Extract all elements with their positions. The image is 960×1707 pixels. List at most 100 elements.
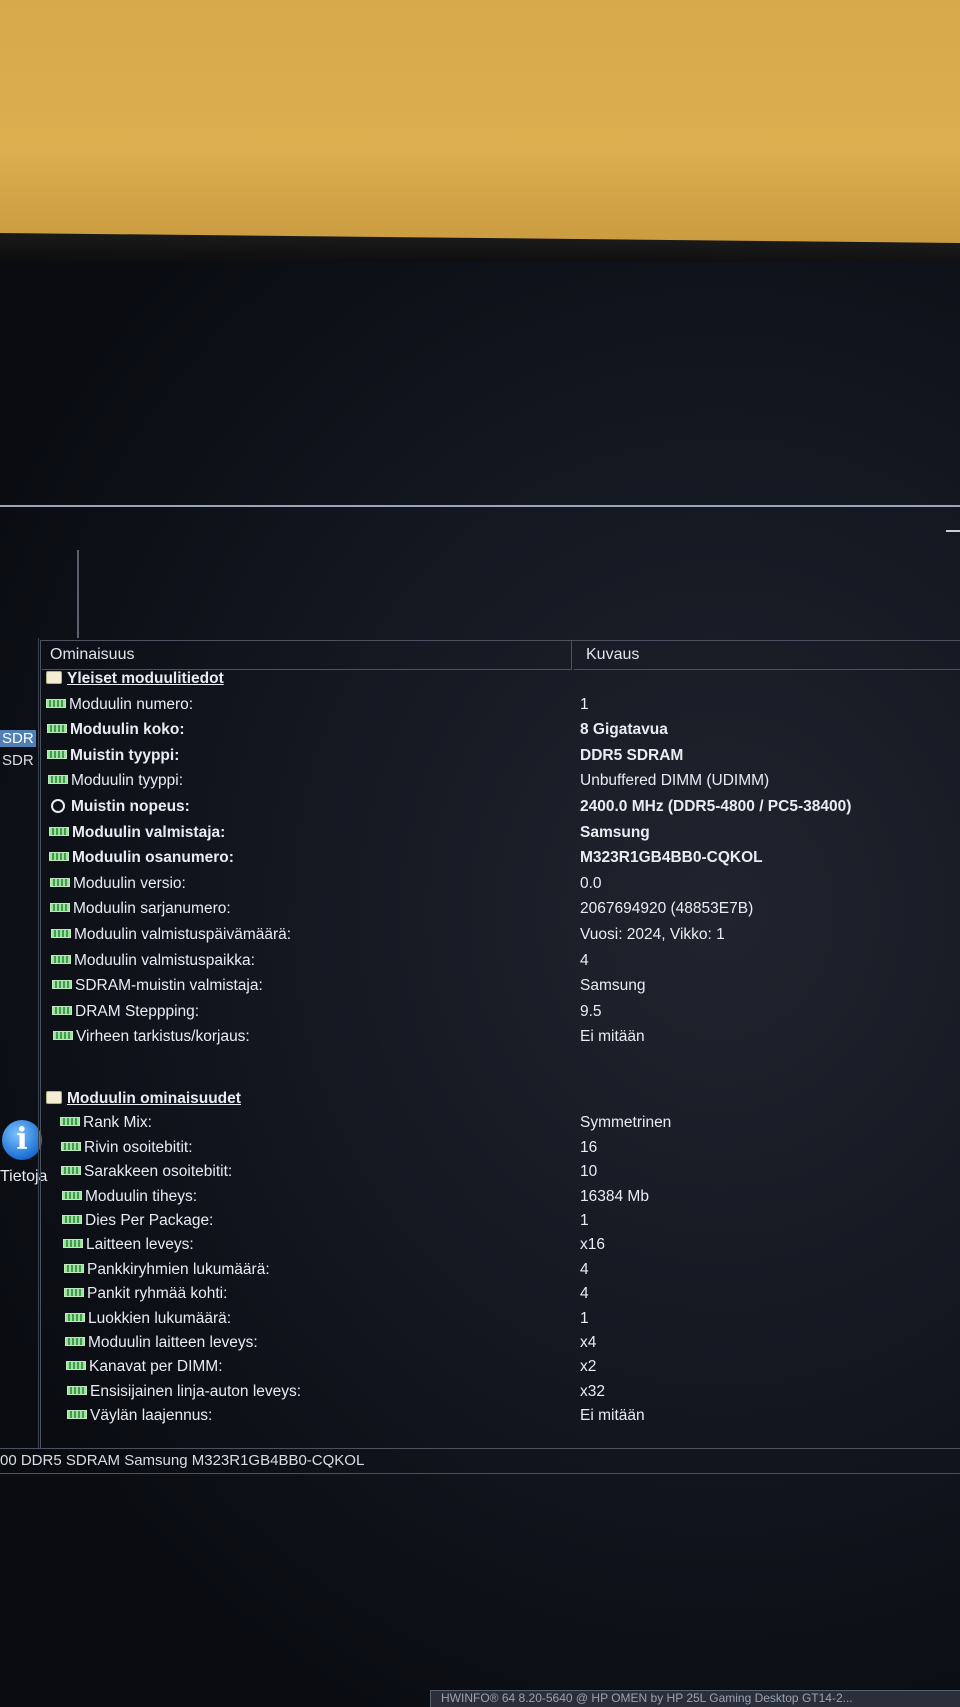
memory-module-icon	[47, 750, 67, 759]
row-property-label: Pankkiryhmien lukumäärä:	[87, 1261, 270, 1278]
row-property-label: SDRAM-muistin valmistaja:	[75, 977, 263, 994]
row-property: Pankkiryhmien lukumäärä:	[64, 1261, 270, 1279]
table-row[interactable]: Moduulin versio: 0.0	[50, 875, 960, 899]
table-row[interactable]: Moduulin valmistuspaikka: 4	[51, 952, 960, 976]
row-value: 9.5	[580, 1003, 602, 1020]
table-row[interactable]: DRAM Steppping: 9.5	[52, 1003, 960, 1027]
table-row[interactable]: SDRAM-muistin valmistaja: Samsung	[52, 977, 960, 1001]
row-property: Ensisijainen linja-auton leveys:	[67, 1383, 301, 1401]
memory-module-icon	[50, 878, 70, 887]
row-property: Moduulin osanumero:	[49, 849, 234, 867]
row-value: x4	[580, 1334, 597, 1351]
section-header[interactable]: Moduulin ominaisuudet	[46, 1090, 960, 1114]
memory-module-icon	[53, 1031, 73, 1040]
column-header-property[interactable]: Ominaisuus	[42, 640, 572, 670]
row-property-label: Laitteen leveys:	[86, 1236, 194, 1253]
table-row[interactable]: Ensisijainen linja-auton leveys: x32	[67, 1383, 960, 1407]
minimize-button[interactable]	[946, 530, 960, 532]
memory-module-icon	[52, 1006, 72, 1015]
row-value: Symmetrinen	[580, 1114, 672, 1131]
row-property-label: Moduulin sarjanumero:	[73, 900, 231, 917]
tree-item[interactable]: SDR	[0, 752, 36, 769]
table-row[interactable]: Sarakkeen osoitebitit: 10	[61, 1163, 960, 1187]
table-row[interactable]: Luokkien lukumäärä: 1	[65, 1310, 960, 1334]
memory-module-icon	[65, 1337, 85, 1346]
memory-module-icon	[60, 1117, 80, 1126]
row-value: Vuosi: 2024, Vikko: 1	[580, 926, 725, 943]
row-property-label: Moduulin koko:	[70, 721, 185, 738]
table-row[interactable]: Pankit ryhmää kohti: 4	[64, 1285, 960, 1309]
memory-module-icon	[62, 1215, 82, 1224]
memory-module-icon	[62, 1191, 82, 1200]
table-row[interactable]: Dies Per Package: 1	[62, 1212, 960, 1236]
tree-item-selected[interactable]: SDR	[0, 730, 36, 747]
table-row[interactable]: Muistin tyyppi: DDR5 SDRAM	[47, 747, 960, 771]
row-value: 1	[580, 696, 589, 713]
row-value: 0.0	[580, 875, 602, 892]
row-property-label: Moduulin laitteen leveys:	[88, 1334, 258, 1351]
table-row[interactable]: Pankkiryhmien lukumäärä: 4	[64, 1261, 960, 1285]
row-property-label: Moduulin osanumero:	[72, 849, 234, 866]
row-property: Rank Mix:	[60, 1114, 152, 1132]
row-property-label: Rivin osoitebitit:	[84, 1139, 193, 1156]
memory-module-icon	[61, 1142, 81, 1151]
row-property-label: Muistin tyyppi:	[70, 747, 180, 764]
row-property-label: Muistin nopeus:	[71, 798, 190, 815]
row-property: Moduulin tiheys:	[62, 1188, 197, 1206]
memory-module-icon	[64, 1288, 84, 1297]
row-value: 2400.0 MHz (DDR5-4800 / PC5-38400)	[580, 798, 852, 815]
row-property-label: Moduulin tyyppi:	[71, 772, 184, 789]
memory-module-icon	[67, 1410, 87, 1419]
section-header[interactable]: Yleiset moduulitiedot	[46, 670, 960, 694]
table-row[interactable]: Virheen tarkistus/korjaus: Ei mitään	[53, 1028, 960, 1052]
toolbar-separator	[77, 550, 79, 638]
table-row[interactable]: Moduulin tiheys: 16384 Mb	[62, 1188, 960, 1212]
row-property: Moduulin valmistuspäivämäärä:	[51, 926, 291, 944]
table-row[interactable]: Rivin osoitebitit: 16	[61, 1139, 960, 1163]
row-property-label: Moduulin tiheys:	[85, 1188, 198, 1205]
row-property: Moduulin tyyppi:	[48, 772, 183, 790]
row-property: Dies Per Package:	[62, 1212, 213, 1230]
table-row[interactable]: Muistin nopeus: 2400.0 MHz (DDR5-4800 / P…	[48, 798, 960, 822]
row-value: 8 Gigatavua	[580, 721, 668, 738]
status-bar: 00 DDR5 SDRAM Samsung M323R1GB4BB0-CQKOL	[0, 1448, 960, 1474]
table-row[interactable]: Rank Mix: Symmetrinen	[60, 1114, 960, 1138]
memory-module-icon	[61, 1166, 81, 1175]
table-row[interactable]: Moduulin sarjanumero: 2067694920 (48853E7…	[50, 900, 960, 924]
table-row[interactable]: Moduulin laitteen leveys: x4	[65, 1334, 960, 1358]
memory-module-icon	[50, 903, 70, 912]
table-row[interactable]: Moduulin osanumero: M323R1GB4BB0-CQKOL	[49, 849, 960, 873]
table-row[interactable]: Väylän laajennus: Ei mitään	[67, 1407, 960, 1431]
memory-module-icon	[46, 699, 66, 708]
row-property-label: Moduulin versio:	[73, 875, 186, 892]
row-property: Moduulin valmistaja:	[49, 824, 225, 842]
table-row[interactable]: Laitteen leveys: x16	[63, 1236, 960, 1260]
row-property: Moduulin numero:	[46, 696, 193, 714]
row-property-label: Moduulin numero:	[69, 696, 194, 713]
table-row[interactable]: Moduulin numero: 1	[46, 696, 960, 720]
memory-module-icon	[66, 1361, 86, 1370]
row-value: 10	[580, 1163, 598, 1180]
memory-module-icon	[51, 955, 71, 964]
taskbar-window-title[interactable]: HWINFO® 64 8.20-5640 @ HP OMEN by HP 25L…	[430, 1690, 960, 1707]
about-button[interactable]: i Tietoja	[0, 558, 60, 1185]
table-row[interactable]: Moduulin koko: 8 Gigatavua	[47, 721, 960, 745]
row-property-label: Moduulin valmistuspäivämäärä:	[74, 926, 292, 943]
wall-background	[0, 0, 960, 250]
table-row[interactable]: Moduulin valmistuspäivämäärä: Vuosi: 2024…	[51, 926, 960, 950]
row-property-label: Luokkien lukumäärä:	[88, 1310, 232, 1327]
row-property: Muistin tyyppi:	[47, 747, 179, 765]
table-row[interactable]: Moduulin valmistaja: Samsung	[49, 824, 960, 848]
row-value: Ei mitään	[580, 1028, 645, 1045]
row-property-label: Väylän laajennus:	[90, 1407, 213, 1424]
row-property: SDRAM-muistin valmistaja:	[52, 977, 263, 995]
row-property: Muistin nopeus:	[48, 798, 190, 816]
row-property-label: DRAM Steppping:	[75, 1003, 200, 1020]
row-value: M323R1GB4BB0-CQKOL	[580, 849, 763, 866]
column-header-description[interactable]: Kuvaus	[574, 640, 960, 670]
table-row[interactable]: Moduulin tyyppi: Unbuffered DIMM (UDIMM)	[48, 772, 960, 796]
table-row[interactable]: Kanavat per DIMM: x2	[66, 1358, 960, 1382]
row-property: Moduulin koko:	[47, 721, 185, 739]
row-property-label: Moduulin valmistuspaikka:	[74, 952, 255, 969]
row-property: Laitteen leveys:	[63, 1236, 194, 1254]
